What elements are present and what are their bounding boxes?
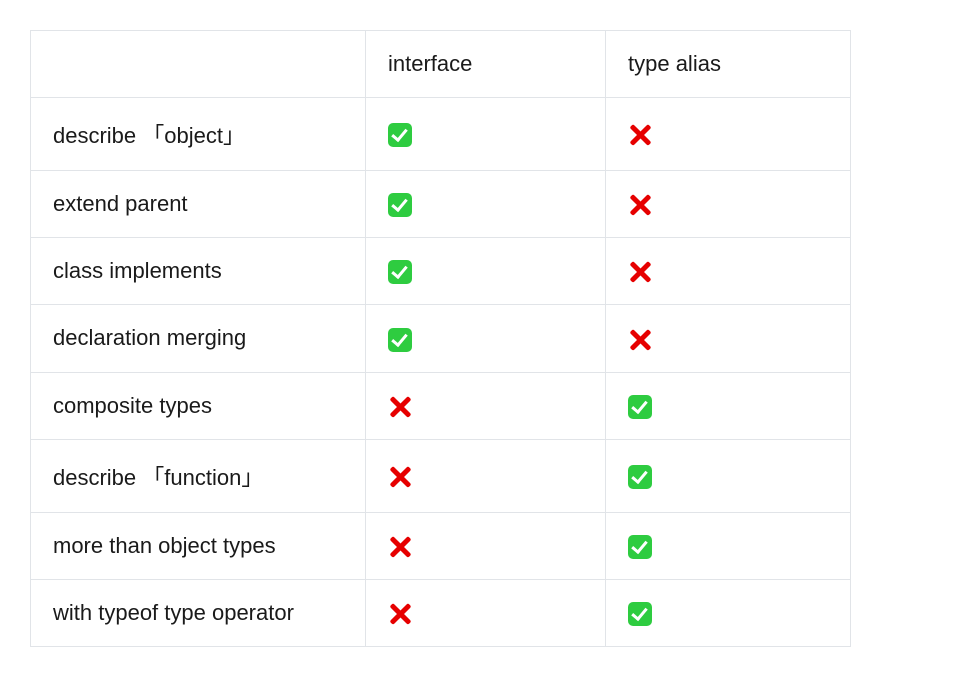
check-icon: [388, 123, 412, 147]
check-icon: [388, 328, 412, 352]
table-row: describe 「function」: [31, 439, 851, 512]
table-header-row: interface type alias: [31, 31, 851, 98]
check-icon: [628, 535, 652, 559]
table-row: class implements: [31, 238, 851, 305]
check-icon: [388, 260, 412, 284]
table-row: extend parent: [31, 171, 851, 238]
row-label: with typeof type operator: [31, 579, 366, 646]
row-label: extend parent: [31, 171, 366, 238]
cross-icon: [388, 535, 412, 559]
table-row: composite types: [31, 372, 851, 439]
check-icon: [628, 395, 652, 419]
table-row: with typeof type operator: [31, 579, 851, 646]
column-header-typealias: type alias: [606, 31, 851, 98]
cross-icon: [628, 328, 652, 352]
column-header-interface: interface: [366, 31, 606, 98]
row-label: declaration merging: [31, 305, 366, 372]
row-label: describe 「object」: [31, 98, 366, 171]
row-label: describe 「function」: [31, 439, 366, 512]
cross-icon: [628, 123, 652, 147]
check-icon: [628, 465, 652, 489]
row-label: composite types: [31, 372, 366, 439]
cross-icon: [628, 193, 652, 217]
row-label: class implements: [31, 238, 366, 305]
check-icon: [628, 602, 652, 626]
table-row: declaration merging: [31, 305, 851, 372]
row-label: more than object types: [31, 512, 366, 579]
cross-icon: [388, 602, 412, 626]
column-header-feature: [31, 31, 366, 98]
table-row: more than object types: [31, 512, 851, 579]
cross-icon: [388, 395, 412, 419]
cross-icon: [628, 260, 652, 284]
check-icon: [388, 193, 412, 217]
table-row: describe 「object」: [31, 98, 851, 171]
cross-icon: [388, 465, 412, 489]
comparison-table: interface type alias describe 「object」 e…: [30, 30, 851, 647]
